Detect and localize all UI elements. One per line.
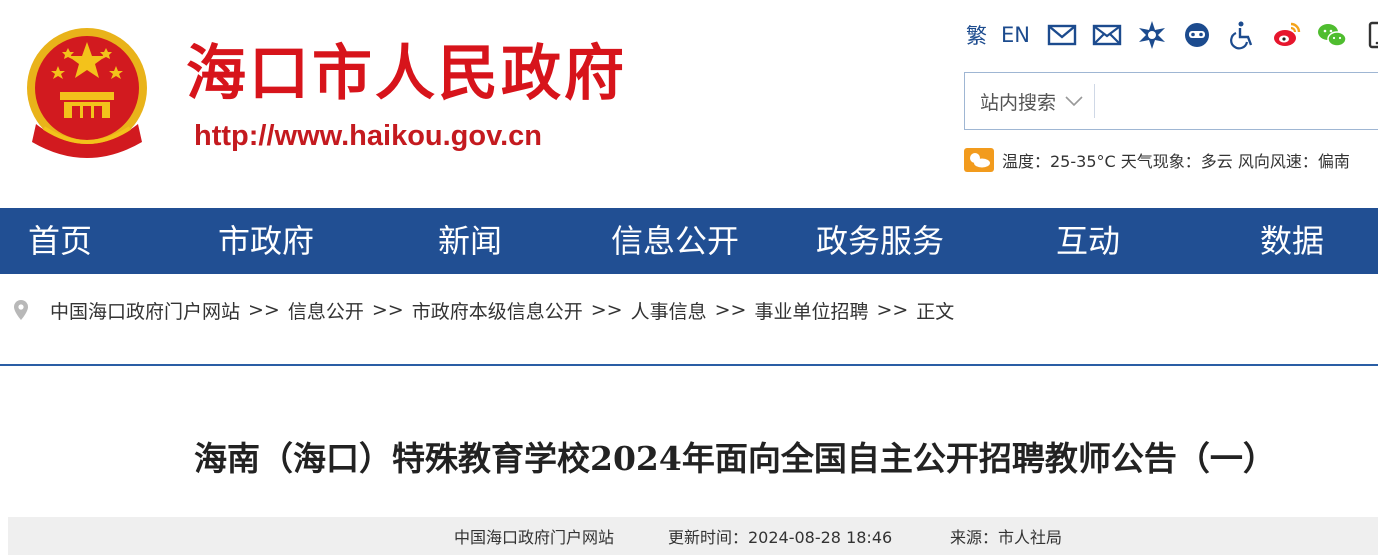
breadcrumb-item-portal[interactable]: 中国海口政府门户网站	[50, 297, 240, 324]
nav-item-interaction[interactable]: 互动	[1056, 208, 1120, 274]
search-scope-label: 站内搜索	[980, 91, 1057, 114]
mobile-phone-icon[interactable]	[1359, 18, 1378, 52]
nav-item-home[interactable]: 首页	[28, 208, 92, 274]
breadcrumb-separator: >>	[714, 299, 747, 321]
breadcrumb-separator: >>	[590, 299, 623, 321]
main-nav: 首页 市政府 新闻 信息公开 政务服务 互动 数据	[0, 208, 1378, 274]
nav-item-data[interactable]: 数据	[1260, 208, 1324, 274]
header-toolbar: 繁 EN	[966, 18, 1378, 52]
breadcrumb-item-personnel[interactable]: 人事信息	[631, 297, 707, 324]
nav-item-disclosure[interactable]: 信息公开	[611, 208, 739, 274]
breadcrumb-item-recruitment[interactable]: 事业单位招聘	[754, 297, 868, 324]
section-divider	[0, 364, 1378, 366]
nav-item-news[interactable]: 新闻	[438, 208, 502, 274]
national-emblem-icon	[27, 28, 147, 158]
breadcrumb: 中国海口政府门户网站 >> 信息公开 >> 市政府本级信息公开 >> 人事信息 …	[12, 294, 954, 326]
wechat-icon[interactable]	[1314, 18, 1350, 52]
article-title: 海南（海口）特殊教育学校2024年面向全国自主公开招聘教师公告（一）	[194, 439, 1276, 478]
site-name: 海口市人民政府	[186, 39, 627, 109]
star-badge-icon[interactable]	[1134, 18, 1170, 52]
location-pin-icon	[14, 300, 28, 320]
nav-item-services[interactable]: 政务服务	[816, 208, 944, 274]
article-site: 中国海口政府门户网站	[454, 528, 615, 547]
breadcrumb-item-current: 正文	[916, 300, 955, 323]
robot-assistant-icon[interactable]	[1179, 18, 1215, 52]
site-url[interactable]: http://www.haikou.gov.cn	[194, 120, 542, 153]
article-source: 来源：市人社局	[950, 528, 1063, 547]
breadcrumb-item-municipal-disclosure[interactable]: 市政府本级信息公开	[412, 297, 583, 324]
weather-text: 温度：25-35°C 天气现象：多云 风向风速：偏南	[1002, 152, 1350, 171]
mailbox-icon[interactable]	[1089, 18, 1125, 52]
breadcrumb-separator: >>	[371, 299, 404, 321]
english-button[interactable]: EN	[1001, 18, 1030, 52]
accessibility-icon[interactable]	[1224, 18, 1260, 52]
nav-item-government[interactable]: 市政府	[218, 208, 314, 274]
breadcrumb-separator: >>	[248, 299, 280, 321]
partly-cloudy-icon	[964, 148, 994, 172]
chevron-down-icon	[1065, 96, 1083, 107]
breadcrumb-separator: >>	[876, 299, 909, 321]
article-meta-bar: 中国海口政府门户网站 更新时间：2024-08-28 18:46 来源：市人社局	[8, 517, 1378, 555]
weibo-icon[interactable]	[1269, 18, 1305, 52]
search-input[interactable]	[1095, 81, 1378, 121]
breadcrumb-item-disclosure[interactable]: 信息公开	[288, 297, 364, 324]
weather-bar: 温度：25-35°C 天气现象：多云 风向风速：偏南	[964, 147, 1350, 173]
mail-icon[interactable]	[1044, 18, 1080, 52]
search-scope-select[interactable]: 站内搜索	[965, 84, 1096, 118]
article-updated-time: 更新时间：2024-08-28 18:46	[668, 528, 893, 547]
search-box: 站内搜索	[964, 72, 1378, 130]
site-header: 海口市人民政府 http://www.haikou.gov.cn 繁 EN 站内…	[0, 0, 1378, 208]
traditional-chinese-button[interactable]: 繁	[966, 18, 987, 52]
